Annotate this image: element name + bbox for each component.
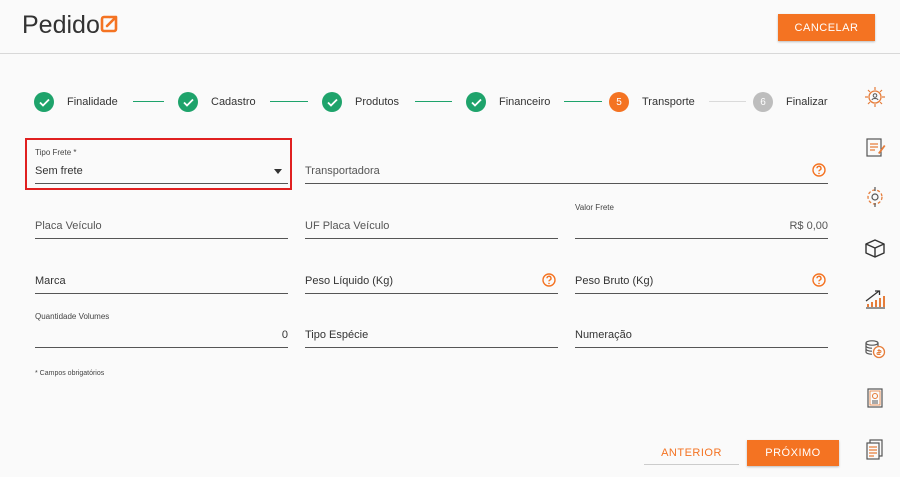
field-placeholder: UF Placa Veículo [305,220,390,232]
step-label: Cadastro [211,96,256,108]
check-icon [322,92,342,112]
step-transporte[interactable]: 5 Transporte [609,91,695,113]
step-produtos[interactable]: Produtos [322,91,399,113]
certificate-icon[interactable] [863,386,887,410]
step-cadastro[interactable]: Cadastro [178,91,256,113]
external-link-icon[interactable] [99,14,119,34]
step-connector [564,101,602,102]
field-label: Tipo Frete * [35,148,77,157]
quantidade-volumes-input[interactable]: Quantidade Volumes 0 [35,310,288,348]
field-placeholder: Peso Líquido (Kg) [305,275,394,287]
step-connector [415,101,452,102]
field-placeholder: Placa Veículo [35,220,102,232]
tipo-frete-select[interactable]: Tipo Frete * Sem frete [35,146,288,184]
required-fields-note: * Campos obrigatórios [35,370,105,377]
valor-frete-input[interactable]: Valor Frete R$ 0,00 [575,201,828,239]
transporte-box-icon[interactable] [863,236,887,260]
step-label: Finalidade [67,96,118,108]
step-connector [133,101,164,102]
peso-liquido-input[interactable]: Peso Líquido (Kg) [305,270,558,294]
numeracao-input[interactable]: Numeração [575,324,828,348]
step-finalidade[interactable]: Finalidade [34,91,118,113]
field-value: Sem frete [35,165,83,177]
field-value: R$ 0,00 [789,220,828,232]
previous-button[interactable]: ANTERIOR [644,441,739,465]
field-placeholder: Tipo Espécie [305,329,369,341]
step-number: 6 [753,92,773,112]
step-connector [270,101,308,102]
step-connector [709,101,746,102]
check-icon [178,92,198,112]
uf-placa-veiculo-input[interactable]: UF Placa Veículo [305,215,558,239]
check-icon [466,92,486,112]
field-label: Quantidade Volumes [35,312,110,321]
cadastro-icon[interactable] [863,135,887,159]
growth-chart-icon[interactable] [863,287,887,311]
help-icon[interactable] [812,163,826,177]
page-title: Pedido [22,11,100,39]
placa-veiculo-input[interactable]: Placa Veículo [35,215,288,239]
step-label: Produtos [355,96,400,108]
step-financeiro[interactable]: Financeiro [466,91,550,113]
field-placeholder: Numeração [575,329,632,341]
cancel-button[interactable]: CANCELAR [778,14,875,41]
produtos-icon[interactable] [863,185,887,209]
coins-icon[interactable] [863,337,887,361]
field-placeholder: Marca [35,275,66,287]
transportadora-input[interactable]: Transportadora [305,160,828,184]
documents-icon[interactable] [863,437,887,461]
field-label: Valor Frete [575,203,614,212]
field-placeholder: Transportadora [305,165,380,177]
field-placeholder: Peso Bruto (Kg) [575,275,654,287]
header: Pedido CANCELAR [0,0,900,54]
next-button[interactable]: PRÓXIMO [747,440,839,466]
dropdown-arrow-icon[interactable] [274,169,282,174]
help-icon[interactable] [812,273,826,287]
finalidade-icon[interactable] [863,85,887,109]
step-label: Transporte [642,96,695,108]
check-icon [34,92,54,112]
help-icon[interactable] [542,273,556,287]
tipo-especie-input[interactable]: Tipo Espécie [305,324,558,348]
step-finalizar[interactable]: 6 Finalizar [753,91,828,113]
peso-bruto-input[interactable]: Peso Bruto (Kg) [575,270,828,294]
field-value: 0 [281,329,288,341]
stepper: Finalidade Cadastro Produtos Financeiro … [34,91,834,113]
step-label: Financeiro [499,96,551,108]
step-label: Finalizar [786,96,828,108]
step-number: 5 [609,92,629,112]
marca-input[interactable]: Marca [35,270,288,294]
